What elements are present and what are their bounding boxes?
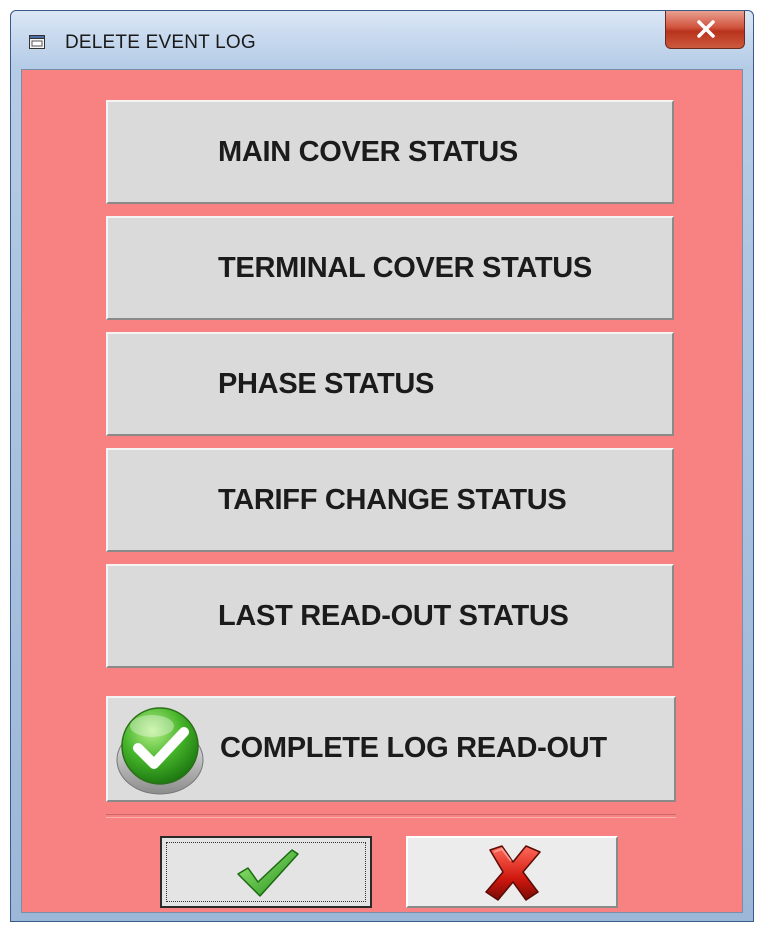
terminal-cover-status-button[interactable]: TERMINAL COVER STATUS	[106, 216, 674, 320]
dialog-client-area: MAIN COVER STATUS TERMINAL COVER STATUS …	[21, 69, 743, 913]
close-button[interactable]	[665, 11, 745, 49]
green-check-badge-icon	[114, 702, 206, 801]
complete-log-read-out-button[interactable]: COMPLETE LOG READ-OUT	[106, 696, 676, 802]
last-read-out-status-button[interactable]: LAST READ-OUT STATUS	[106, 564, 674, 668]
green-checkmark-icon	[237, 849, 299, 897]
button-label: LAST READ-OUT STATUS	[218, 600, 569, 632]
window-app-icon[interactable]	[29, 35, 45, 49]
window-title: DELETE EVENT LOG	[65, 32, 256, 53]
button-label: COMPLETE LOG READ-OUT	[220, 732, 607, 764]
phase-status-button[interactable]: PHASE STATUS	[106, 332, 674, 436]
red-x-icon	[485, 845, 541, 901]
main-cover-status-button[interactable]: MAIN COVER STATUS	[106, 100, 674, 204]
separator	[106, 814, 676, 818]
tariff-change-status-button[interactable]: TARIFF CHANGE STATUS	[106, 448, 674, 552]
ok-button[interactable]	[160, 836, 372, 908]
button-label: TERMINAL COVER STATUS	[218, 252, 592, 284]
cancel-button[interactable]	[406, 836, 618, 908]
close-x-icon	[697, 20, 715, 38]
button-label: MAIN COVER STATUS	[218, 136, 518, 168]
delete-event-log-window: DELETE EVENT LOG MAIN COVER STATUS TERMI…	[10, 10, 754, 922]
button-label: PHASE STATUS	[218, 368, 435, 400]
title-bar[interactable]: DELETE EVENT LOG	[11, 11, 753, 69]
button-label: TARIFF CHANGE STATUS	[218, 484, 567, 516]
